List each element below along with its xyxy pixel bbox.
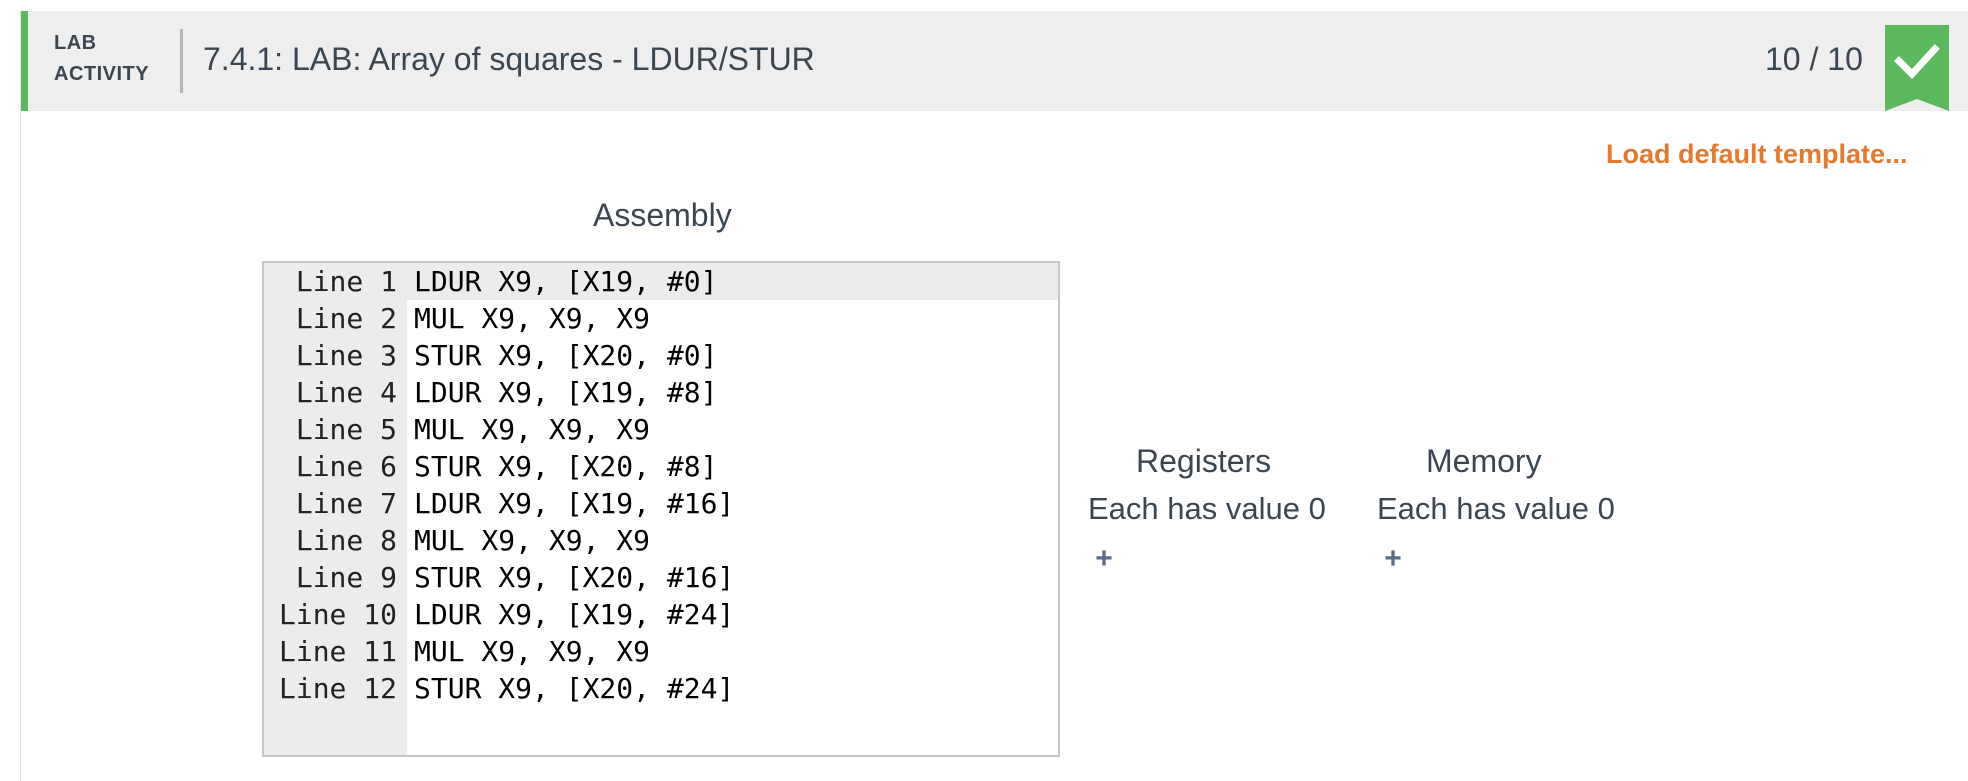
code-lines: Line 1 LDUR X9, [X19, #0] Line 2 MUL X9, X9…: [264, 263, 1058, 707]
line-number: Line 11: [278, 635, 397, 668]
line-number: Line 12: [278, 672, 397, 705]
line-code[interactable]: STUR X9, [X20, #0]: [414, 337, 717, 374]
line-number: Line 2: [295, 302, 397, 335]
activity-title: 7.4.1: LAB: Array of squares - LDUR/STUR: [203, 41, 815, 77]
activity-header: LAB ACTIVITY 7.4.1: LAB: Array of square…: [21, 11, 1968, 111]
memory-default-text: Each has value 0: [1377, 491, 1615, 526]
line-number: Line 7: [295, 487, 397, 520]
line-number: Line 4: [295, 376, 397, 409]
code-line[interactable]: Line 6 STUR X9, [X20, #8]: [264, 448, 1058, 485]
load-default-template-link[interactable]: Load default template...: [1606, 139, 1908, 170]
code-line[interactable]: Line 8 MUL X9, X9, X9: [264, 522, 1058, 559]
code-line[interactable]: Line 2 MUL X9, X9, X9: [264, 300, 1058, 337]
line-code[interactable]: LDUR X9, [X19, #8]: [414, 374, 717, 411]
code-line[interactable]: Line 1 LDUR X9, [X19, #0]: [264, 263, 1058, 300]
line-code[interactable]: STUR X9, [X20, #8]: [414, 448, 717, 485]
add-memory-button[interactable]: +: [1378, 544, 1408, 574]
code-line[interactable]: Line 9 STUR X9, [X20, #16]: [264, 559, 1058, 596]
line-code[interactable]: LDUR X9, [X19, #16]: [414, 485, 734, 522]
code-line[interactable]: Line 7 LDUR X9, [X19, #16]: [264, 485, 1058, 522]
assembly-code-editor[interactable]: Line 1 LDUR X9, [X19, #0] Line 2 MUL X9, X9…: [262, 261, 1060, 757]
line-code[interactable]: MUL X9, X9, X9: [414, 411, 650, 448]
code-line[interactable]: Line 3 STUR X9, [X20, #0]: [264, 337, 1058, 374]
line-number: Line 10: [278, 598, 397, 631]
code-line[interactable]: Line 5 MUL X9, X9, X9: [264, 411, 1058, 448]
line-code[interactable]: LDUR X9, [X19, #24]: [414, 596, 734, 633]
assembly-title: Assembly: [593, 197, 732, 233]
registers-default-text: Each has value 0: [1088, 491, 1326, 526]
lab-label-line1: LAB: [54, 32, 97, 54]
line-code[interactable]: MUL X9, X9, X9: [414, 300, 650, 337]
line-code[interactable]: MUL X9, X9, X9: [414, 633, 650, 670]
line-number: Line 5: [295, 413, 397, 446]
line-code[interactable]: LDUR X9, [X19, #0]: [414, 263, 717, 300]
line-number: Line 9: [295, 561, 397, 594]
code-line[interactable]: Line 4 LDUR X9, [X19, #8]: [264, 374, 1058, 411]
line-number: Line 3: [295, 339, 397, 372]
code-line[interactable]: Line 11 MUL X9, X9, X9: [264, 633, 1058, 670]
code-line[interactable]: Line 12 STUR X9, [X20, #24]: [264, 670, 1058, 707]
line-number: Line 6: [295, 450, 397, 483]
line-code[interactable]: STUR X9, [X20, #16]: [414, 559, 734, 596]
line-number: Line 1: [295, 265, 397, 298]
score-label: 10 / 10: [1765, 41, 1863, 77]
line-code[interactable]: MUL X9, X9, X9: [414, 522, 650, 559]
lab-label-line2: ACTIVITY: [54, 63, 150, 85]
lab-activity-label: LAB ACTIVITY: [54, 28, 149, 90]
header-divider: [180, 29, 183, 93]
add-register-button[interactable]: +: [1089, 544, 1119, 574]
check-icon: [1885, 25, 1949, 111]
registers-title: Registers: [1136, 443, 1272, 479]
line-number: Line 8: [295, 524, 397, 557]
line-code[interactable]: STUR X9, [X20, #24]: [414, 670, 734, 707]
lab-activity-card: LAB ACTIVITY 7.4.1: LAB: Array of square…: [20, 11, 1968, 781]
code-line[interactable]: Line 10 LDUR X9, [X19, #24]: [264, 596, 1058, 633]
memory-title: Memory: [1426, 443, 1542, 479]
